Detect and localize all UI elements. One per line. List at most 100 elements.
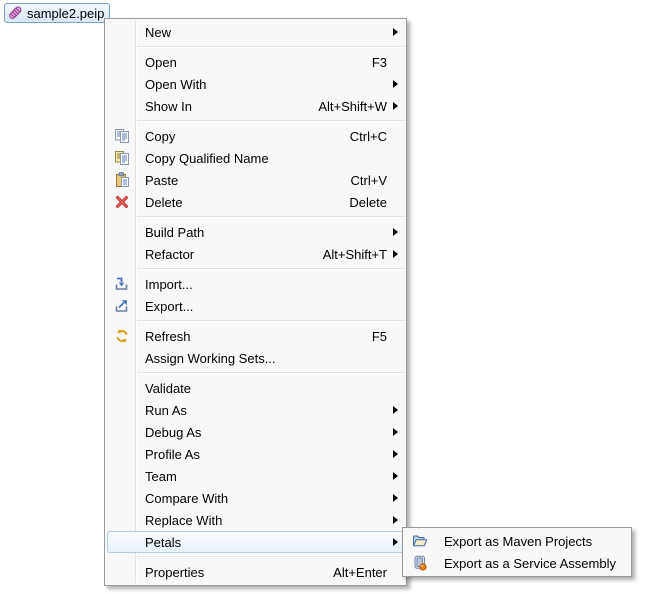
right-triangle xyxy=(393,102,398,110)
icon-slot-empty xyxy=(108,246,135,262)
right-triangle xyxy=(393,28,398,36)
right-triangle xyxy=(393,428,398,436)
context-menu-item-petals[interactable]: Petals xyxy=(107,531,404,553)
icon-slot-empty xyxy=(108,402,135,418)
context-menu-item-show-in[interactable]: Show In Alt+Shift+W xyxy=(107,95,404,117)
submenu-arrow-icon xyxy=(387,428,403,436)
context-menu-item-refresh[interactable]: Refresh F5 xyxy=(107,325,404,347)
context-menu-item-export[interactable]: Export... xyxy=(107,295,404,317)
menu-separator xyxy=(136,268,406,270)
menu-item-label: Open With xyxy=(135,77,206,92)
menu-item-label: Assign Working Sets... xyxy=(135,351,276,366)
menu-item-label: Validate xyxy=(135,381,191,396)
submenu-arrow-icon xyxy=(387,80,403,88)
menu-separator xyxy=(136,46,406,48)
peip-file-icon xyxy=(7,5,23,21)
context-menu-item-build-path[interactable]: Build Path xyxy=(107,221,404,243)
menu-item-label: Paste xyxy=(135,173,178,188)
petals-submenu-item-export-as-maven-projects[interactable]: Export as Maven Projects xyxy=(405,530,629,552)
submenu-arrow-icon xyxy=(387,516,403,524)
menu-item-label: Copy xyxy=(135,129,175,144)
context-menu-item-profile-as[interactable]: Profile As xyxy=(107,443,404,465)
context-menu-item-copy[interactable]: Copy Ctrl+C xyxy=(107,125,404,147)
context-menu-item-debug-as[interactable]: Debug As xyxy=(107,421,404,443)
menu-item-label: Replace With xyxy=(135,513,222,528)
context-menu-item-delete[interactable]: DeleteDelete xyxy=(107,191,404,213)
context-menu-item-new[interactable]: New xyxy=(107,21,404,43)
context-menu-item-replace-with[interactable]: Replace With xyxy=(107,509,404,531)
context-menu-item-compare-with[interactable]: Compare With xyxy=(107,487,404,509)
menu-separator xyxy=(136,320,406,322)
menu-item-label: Petals xyxy=(135,535,181,550)
right-triangle xyxy=(393,406,398,414)
import-icon xyxy=(108,276,135,292)
right-triangle xyxy=(393,516,398,524)
context-menu-item-run-as[interactable]: Run As xyxy=(107,399,404,421)
menu-item-shortcut: Ctrl+V xyxy=(327,173,387,188)
selected-file-label: sample2.peip xyxy=(27,6,104,21)
submenu-arrow-icon xyxy=(387,406,403,414)
icon-slot-empty xyxy=(108,446,135,462)
submenu-arrow-icon xyxy=(387,228,403,236)
submenu-arrow-icon xyxy=(387,28,403,36)
context-menu-item-properties[interactable]: Properties Alt+Enter xyxy=(107,561,404,583)
menu-item-label: Refresh xyxy=(135,329,191,344)
right-triangle xyxy=(393,472,398,480)
icon-slot-empty xyxy=(108,512,135,528)
icon-slot-empty xyxy=(108,24,135,40)
submenu-arrow-icon xyxy=(387,250,403,258)
right-triangle xyxy=(393,228,398,236)
menu-item-label: Open xyxy=(135,55,177,70)
icon-slot-empty xyxy=(108,380,135,396)
menu-separator xyxy=(136,372,406,374)
menu-item-label: Profile As xyxy=(135,447,200,462)
submenu-arrow-icon xyxy=(387,102,403,110)
context-menu: New Open F3 Open With Show In Alt+Shift+W Copy… xyxy=(104,18,407,586)
menu-item-shortcut: Alt+Enter xyxy=(309,565,387,580)
menu-item-shortcut: Alt+Shift+T xyxy=(299,247,387,262)
service-assembly-icon xyxy=(406,555,436,571)
icon-slot-empty xyxy=(108,424,135,440)
submenu-arrow-icon xyxy=(387,494,403,502)
paste-icon xyxy=(108,172,135,188)
menu-item-shortcut: Alt+Shift+W xyxy=(294,99,387,114)
menu-item-label: Team xyxy=(135,469,177,484)
context-menu-item-validate[interactable]: Validate xyxy=(107,377,404,399)
selected-file[interactable]: sample2.peip xyxy=(4,3,110,23)
menu-item-label: Import... xyxy=(135,277,193,292)
context-menu-item-open[interactable]: Open F3 xyxy=(107,51,404,73)
copy-icon xyxy=(108,128,135,144)
right-triangle xyxy=(393,450,398,458)
menu-separator xyxy=(136,120,406,122)
icon-slot-empty xyxy=(108,350,135,366)
export-icon xyxy=(108,298,135,314)
icon-slot-empty xyxy=(108,564,135,580)
copy-qualified-name-icon xyxy=(108,150,135,166)
right-triangle xyxy=(393,494,398,502)
menu-item-label: Run As xyxy=(135,403,187,418)
menu-item-label: Debug As xyxy=(135,425,201,440)
context-menu-item-assign-working-sets[interactable]: Assign Working Sets... xyxy=(107,347,404,369)
icon-slot-empty xyxy=(108,224,135,240)
petals-submenu: Export as Maven Projects Export as a Serv… xyxy=(402,527,632,577)
menu-item-shortcut: F5 xyxy=(348,329,387,344)
icon-slot-empty xyxy=(108,54,135,70)
context-menu-item-open-with[interactable]: Open With xyxy=(107,73,404,95)
menu-separator xyxy=(136,216,406,218)
menu-item-label: Delete xyxy=(135,195,183,210)
menu-item-label: Properties xyxy=(135,565,204,580)
petals-submenu-item-export-as-a-service-assembly[interactable]: Export as a Service Assembly xyxy=(405,552,629,574)
menu-item-label: Compare With xyxy=(135,491,228,506)
menu-item-label: Refactor xyxy=(135,247,194,262)
context-menu-item-refactor[interactable]: Refactor Alt+Shift+T xyxy=(107,243,404,265)
context-menu-item-team[interactable]: Team xyxy=(107,465,404,487)
submenu-arrow-icon xyxy=(387,538,403,546)
menu-item-label: Export as Maven Projects xyxy=(436,534,592,549)
icon-slot-empty xyxy=(108,490,135,506)
context-menu-item-import[interactable]: Import... xyxy=(107,273,404,295)
menu-item-label: Show In xyxy=(135,99,192,114)
context-menu-item-copy-qualified-name[interactable]: Copy Qualified Name xyxy=(107,147,404,169)
menu-item-shortcut: F3 xyxy=(348,55,387,70)
menu-item-shortcut: Ctrl+C xyxy=(326,129,387,144)
context-menu-item-paste[interactable]: Paste Ctrl+V xyxy=(107,169,404,191)
